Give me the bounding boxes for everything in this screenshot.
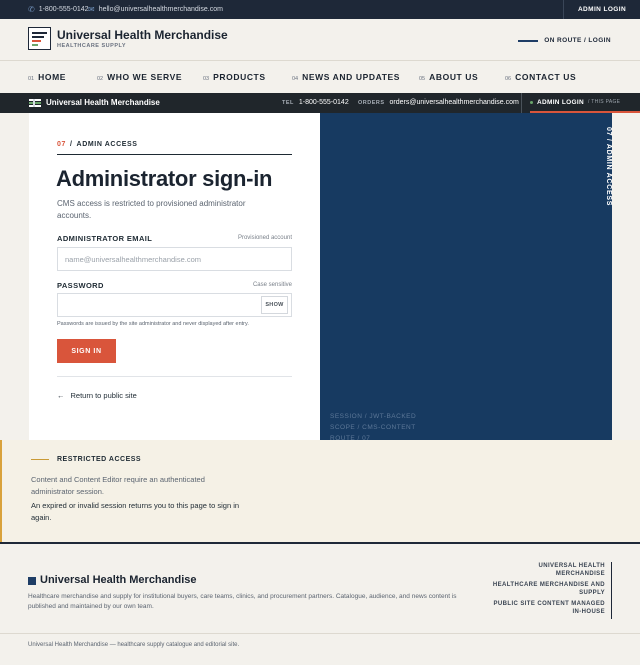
panel-vertical-label: 07 / ADMIN ACCESS: [605, 127, 612, 207]
restricted-access-notice: RESTRICTED ACCESS Content and Content Ed…: [0, 440, 640, 542]
return-link-text: Return to public site: [70, 391, 137, 400]
footer-brand-name[interactable]: Universal Health Merchandise: [40, 574, 197, 586]
brand-name[interactable]: Universal Health Merchandise: [57, 28, 228, 42]
admin-login-link[interactable]: ADMIN LOGIN: [563, 0, 640, 19]
admin-tab-label: ADMIN LOGIN: [537, 98, 584, 106]
nav-label: NEWS AND UPDATES: [302, 72, 401, 82]
utility-bar: ✆ 1-800-555-0142 ✉ hello@universalhealth…: [0, 0, 640, 19]
nav-item-who-we-serve[interactable]: 02 WHO WE SERVE: [97, 72, 182, 82]
logo-icon[interactable]: [28, 27, 51, 50]
password-note: Passwords are issued by the site adminis…: [57, 321, 249, 327]
tel-key: TEL: [282, 100, 294, 106]
brand-header: Universal Health Merchandise HEALTHCARE …: [0, 19, 640, 61]
nav-label: HOME: [38, 72, 67, 82]
nav-number: 05: [419, 76, 426, 82]
arrow-left-icon: ←: [57, 391, 65, 400]
footer-link[interactable]: PUBLIC SITE CONTENT MANAGED IN-HOUSE: [492, 600, 605, 616]
strip-orders-email[interactable]: ORDERS orders@universalhealthmerchandise.…: [358, 99, 519, 106]
footer-description: Healthcare merchandise and supply for in…: [28, 593, 457, 610]
nav-label: PRODUCTS: [213, 72, 266, 82]
password-label: PASSWORD: [57, 281, 104, 290]
email-label: ADMINISTRATOR EMAIL: [57, 234, 153, 243]
nav-label: WHO WE SERVE: [107, 72, 183, 82]
strip-brand-name[interactable]: Universal Health Merchandise: [46, 98, 160, 107]
mail-icon: ✉: [88, 5, 95, 14]
admin-tab-sub: / THIS PAGE: [588, 99, 621, 105]
footer-logo-icon: [28, 577, 36, 585]
email-link[interactable]: ✉ hello@universalhealthmerchandise.com: [88, 0, 223, 19]
page-title: Administrator sign-in: [56, 166, 273, 191]
step-number: 07: [57, 141, 66, 148]
email-text: hello@universalhealthmerchandise.com: [98, 6, 223, 13]
restricted-heading: RESTRICTED ACCESS: [31, 456, 141, 463]
main-nav: 01 HOME 02 WHO WE SERVE 03 PRODUCTS 04 N…: [0, 61, 640, 93]
route-status-text: ON ROUTE / LOGIN: [544, 37, 611, 44]
nav-item-about[interactable]: 05 ABOUT US: [419, 72, 478, 82]
restricted-text-2: An expired or invalid session returns yo…: [31, 501, 240, 522]
footer-link[interactable]: UNIVERSAL HEALTH MERCHANDISE: [492, 562, 605, 578]
nav-item-news[interactable]: 04 NEWS AND UPDATES: [292, 72, 400, 82]
nav-number: 02: [97, 76, 104, 82]
restricted-heading-text: RESTRICTED ACCESS: [57, 456, 142, 463]
strip-phone[interactable]: TEL 1-800-555-0142: [282, 99, 349, 106]
password-field[interactable]: SHOW: [57, 293, 292, 317]
meta-scope: SCOPE / CMS-CONTENT: [330, 424, 416, 431]
flag-icon: [29, 99, 41, 107]
footer: Universal Health Merchandise Healthcare …: [0, 542, 640, 665]
orders-value: orders@universalhealthmerchandise.com: [389, 99, 519, 106]
step-label: 07 / ADMIN ACCESS: [57, 141, 138, 148]
return-link[interactable]: ← Return to public site: [57, 391, 137, 400]
nav-number: 03: [203, 76, 210, 82]
active-dot: [530, 100, 533, 104]
email-field[interactable]: name@universalhealthmerchandise.com: [57, 247, 292, 271]
email-hint: Provisioned account: [237, 235, 292, 241]
orders-key: ORDERS: [358, 100, 385, 106]
phone-icon: ✆: [28, 5, 35, 14]
tel-value: 1-800-555-0142: [298, 99, 349, 106]
password-hint: Case sensitive: [252, 282, 292, 288]
footer-divider: [0, 633, 640, 634]
nav-label: ABOUT US: [429, 72, 479, 82]
divider: [57, 376, 292, 377]
strip-divider: [521, 93, 522, 113]
page-description: CMS access is restricted to provisioned …: [57, 199, 246, 220]
meta-session: SESSION / JWT-BACKED: [330, 413, 417, 420]
show-password-button[interactable]: SHOW: [261, 296, 288, 314]
nav-label: CONTACT US: [515, 72, 577, 82]
divider: [57, 154, 292, 155]
step-separator: /: [70, 141, 73, 148]
nav-item-contact[interactable]: 06 CONTACT US: [505, 72, 576, 82]
phone-link[interactable]: ✆ 1-800-555-0142: [28, 0, 89, 19]
nav-item-products[interactable]: 03 PRODUCTS: [203, 72, 266, 82]
signin-card: 07 / ADMIN ACCESS Administrator sign-in …: [29, 113, 320, 440]
heading-rule: [31, 459, 49, 460]
sign-in-button[interactable]: SIGN IN: [57, 339, 116, 363]
route-status: ON ROUTE / LOGIN: [518, 37, 611, 44]
email-placeholder: name@universalhealthmerchandise.com: [65, 254, 202, 264]
admin-login-tab[interactable]: ADMIN LOGIN / THIS PAGE: [530, 93, 640, 113]
nav-item-home[interactable]: 01 HOME: [28, 72, 66, 82]
brand-tagline: HEALTHCARE SUPPLY: [57, 43, 127, 49]
nav-number: 06: [505, 76, 512, 82]
nav-number: 04: [292, 76, 299, 82]
footer-links: UNIVERSAL HEALTH MERCHANDISE HEALTHCARE …: [492, 562, 612, 619]
nav-number: 01: [28, 76, 35, 82]
footer-link[interactable]: HEALTHCARE MERCHANDISE AND SUPPLY: [492, 581, 605, 597]
footer-copyright: Universal Health Merchandise — healthcar…: [28, 642, 240, 648]
contact-strip: Universal Health Merchandise TEL 1-800-55…: [0, 93, 640, 113]
step-text: ADMIN ACCESS: [76, 141, 138, 148]
restricted-text-1: Content and Content Editor require an au…: [31, 475, 205, 496]
phone-text: 1-800-555-0142: [38, 6, 89, 13]
side-panel: 07 / ADMIN ACCESS SESSION / JWT-BACKED S…: [320, 113, 612, 442]
route-indicator: [518, 39, 539, 42]
